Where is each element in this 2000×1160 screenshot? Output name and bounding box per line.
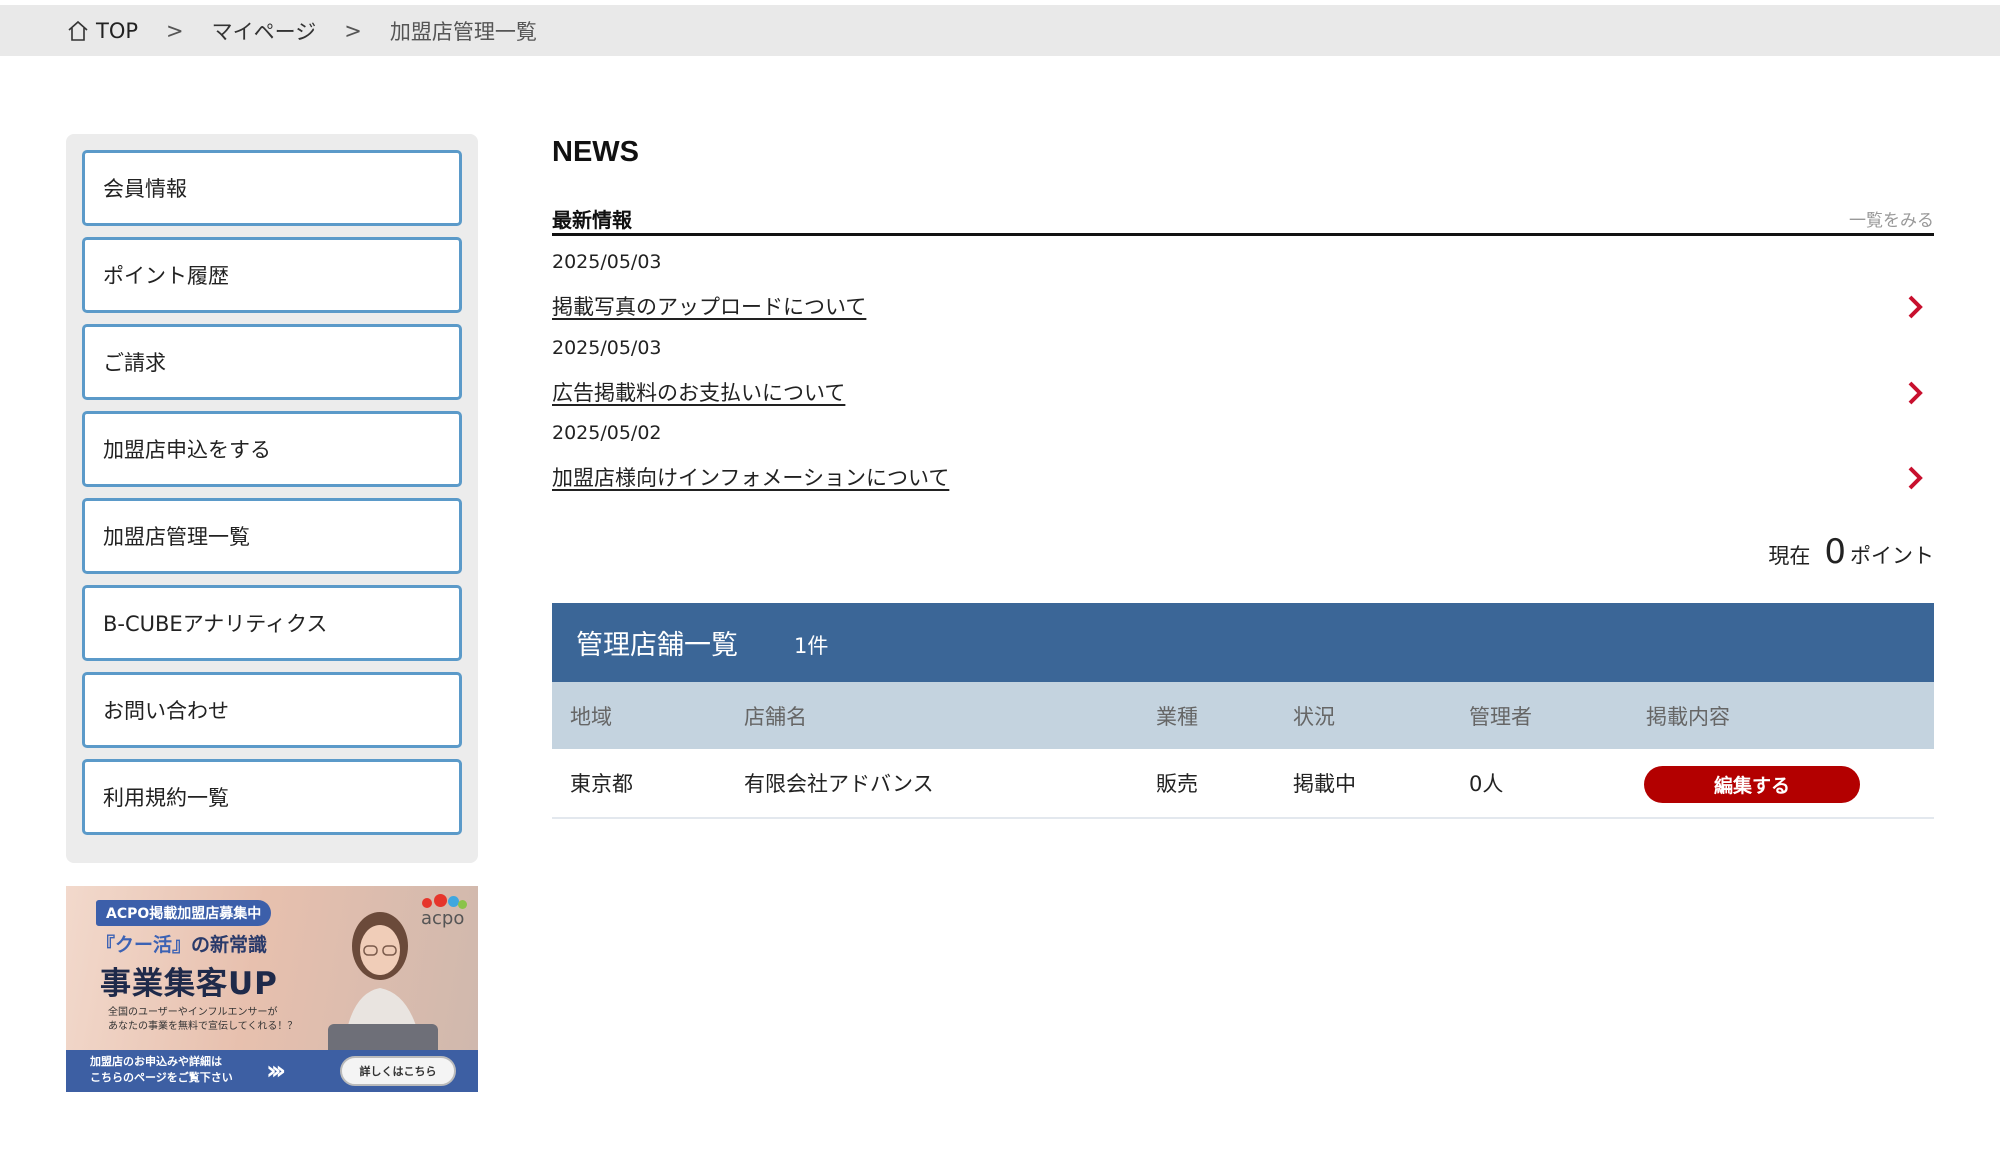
sidebar-item-member-info[interactable]: 会員情報 <box>82 150 462 226</box>
chevrons-right-icon: ››› <box>266 1056 286 1086</box>
points-suffix: ポイント <box>1850 544 1934 568</box>
sidebar-item-analytics[interactable]: B-CUBEアナリティクス <box>82 585 462 661</box>
column-header-region: 地域 <box>570 704 612 729</box>
sidebar-item-member-store-list[interactable]: 加盟店管理一覧 <box>82 498 462 574</box>
banner-footer: 加盟店のお申込みや詳細は こちらのページをご覧下さい ››› 詳しくはこちら <box>66 1050 478 1092</box>
news-date: 2025/05/03 <box>552 251 662 273</box>
news-divider <box>552 233 1934 236</box>
edit-button[interactable]: 編集する <box>1644 766 1860 803</box>
sidebar-item-apply-member-store[interactable]: 加盟店申込をする <box>82 411 462 487</box>
banner-headline-1: 『クー活』の新常識 <box>96 934 268 956</box>
breadcrumb-mypage-link[interactable]: マイページ <box>212 16 317 46</box>
cell-store-name: 有限会社アドバンス <box>744 772 934 796</box>
sidebar-menu: 会員情報 ポイント履歴 ご請求 加盟店申込をする 加盟店管理一覧 B-CUBEア… <box>66 134 478 863</box>
news-link[interactable]: 掲載写真のアップロードについて <box>552 291 866 321</box>
cell-status: 掲載中 <box>1293 772 1356 796</box>
sidebar-item-point-history[interactable]: ポイント履歴 <box>82 237 462 313</box>
table-row: 東京都 有限会社アドバンス 販売 掲載中 0人 編集する <box>552 749 1934 819</box>
news-date: 2025/05/03 <box>552 337 662 359</box>
banner-description: 全国のユーザーやインフルエンサーが あなたの事業を無料で宣伝してくれる！？ <box>108 1007 298 1032</box>
news-view-all-link[interactable]: 一覧をみる <box>1849 206 1934 231</box>
column-header-store-name: 店舗名 <box>744 704 807 729</box>
banner-footer-text: 加盟店のお申込みや詳細は こちらのページをご覧下さい <box>90 1055 233 1084</box>
recruitment-banner[interactable]: ACPO掲載加盟店募集中 acpo 『クー活』の新常識 事業集客UP 全国のユー… <box>66 886 478 1092</box>
breadcrumb-home-link[interactable]: TOP <box>66 19 138 43</box>
banner-tag: ACPO掲載加盟店募集中 <box>96 900 272 926</box>
sidebar-item-terms[interactable]: 利用規約一覧 <box>82 759 462 835</box>
sidebar-item-contact[interactable]: お問い合わせ <box>82 672 462 748</box>
chevron-right-icon[interactable] <box>1904 293 1926 321</box>
chevron-right-icon[interactable] <box>1904 464 1926 492</box>
breadcrumb-separator: > <box>344 18 362 43</box>
store-table-header: 地域 店舗名 業種 状況 管理者 掲載内容 <box>552 682 1934 749</box>
chevron-right-icon[interactable] <box>1904 379 1926 407</box>
breadcrumb-home-label: TOP <box>96 18 139 43</box>
home-icon <box>68 20 88 41</box>
column-header-admins: 管理者 <box>1469 704 1532 729</box>
cell-industry: 販売 <box>1156 772 1198 796</box>
cell-admins: 0人 <box>1469 772 1504 796</box>
banner-headline-2: 事業集客UP <box>100 966 278 1002</box>
breadcrumb-separator: > <box>166 18 184 43</box>
column-header-industry: 業種 <box>1156 704 1198 729</box>
news-title: NEWS <box>552 136 639 168</box>
store-list-title: 管理店舗一覧 <box>576 630 738 661</box>
points-display: 現在 0 ポイント <box>1768 532 1934 572</box>
breadcrumb: TOP > マイページ > 加盟店管理一覧 <box>0 5 2000 56</box>
breadcrumb-current: 加盟店管理一覧 <box>389 19 537 44</box>
points-value: 0 <box>1824 532 1846 572</box>
news-link[interactable]: 加盟店様向けインフォメーションについて <box>552 462 949 492</box>
news-date: 2025/05/02 <box>552 422 662 444</box>
store-count-badge: 1件 <box>794 633 829 658</box>
column-header-status: 状況 <box>1293 704 1335 729</box>
acpo-logo: acpo <box>418 894 468 929</box>
column-header-content: 掲載内容 <box>1646 704 1730 729</box>
news-subtitle: 最新情報 <box>552 208 632 232</box>
store-list-header: 管理店舗一覧 1件 <box>552 603 1934 682</box>
news-link[interactable]: 広告掲載料のお支払いについて <box>552 377 845 407</box>
sidebar-item-billing[interactable]: ご請求 <box>82 324 462 400</box>
cell-region: 東京都 <box>570 772 633 796</box>
banner-details-button[interactable]: 詳しくはこちら <box>340 1056 456 1086</box>
points-prefix: 現在 <box>1768 544 1811 568</box>
